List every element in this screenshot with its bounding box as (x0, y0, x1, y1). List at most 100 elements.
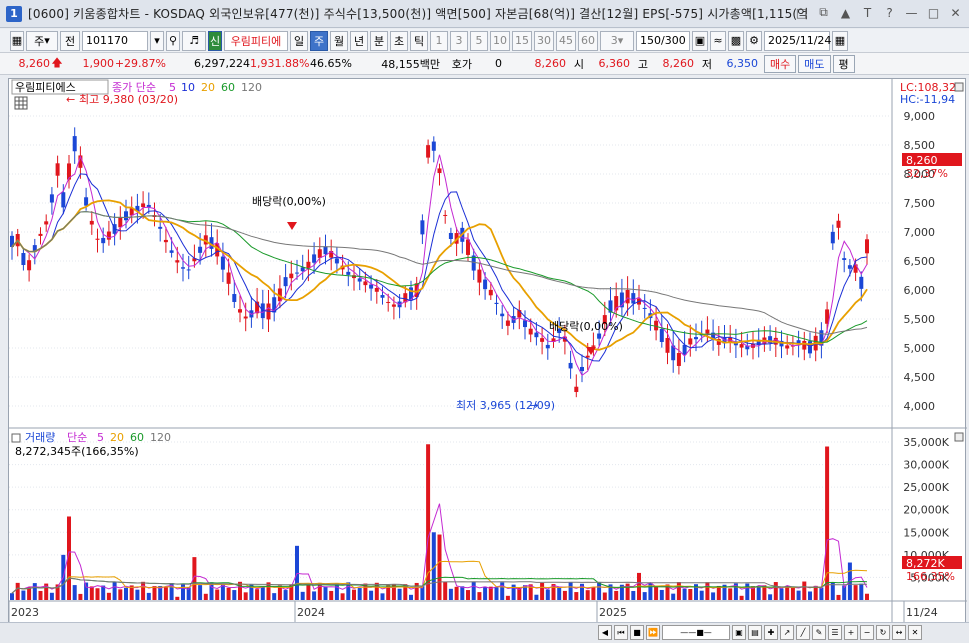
zoom-in-icon[interactable]: ▣ (732, 625, 746, 640)
volume-bar (95, 588, 100, 600)
settings2-icon[interactable]: ☰ (828, 625, 842, 640)
scroll-controls: ◀ ⏮ ■ ⏩ ——■— ▣ ▤ ✚ ↗ ╱ ✎ ☰ + − ↻ ↔ ✕ (598, 625, 922, 640)
volume-bar (614, 590, 619, 600)
copy-icon[interactable]: ⧉ (816, 5, 831, 20)
volume-bar (448, 588, 453, 600)
statusbar-close-icon[interactable]: ✕ (908, 625, 922, 640)
window-controls: □ ⧉ ▲ T ? — □ ✕ (794, 5, 963, 20)
candle-body (545, 344, 550, 349)
maximize-icon[interactable]: □ (926, 5, 941, 20)
minute-3[interactable]: 3 (450, 30, 468, 51)
price-change: 1,900 (82, 57, 115, 70)
period-minute[interactable]: 분 (370, 30, 388, 51)
sound-icon[interactable]: ♬ (182, 30, 206, 51)
sell-button[interactable]: 매도 (798, 54, 831, 73)
grid-icon[interactable]: ▦ (10, 30, 24, 51)
first-page-icon[interactable]: ⏮ (614, 625, 628, 640)
minute-30[interactable]: 30 (534, 30, 554, 51)
legend-ma120: 120 (241, 81, 262, 94)
open-label: 시 (573, 57, 584, 71)
zoom-plus-icon[interactable]: + (844, 625, 858, 640)
search-icon[interactable]: ⚲ (166, 30, 180, 51)
gear-icon[interactable]: ⚙ (746, 30, 762, 51)
stock-code-input[interactable]: 101170 (82, 30, 148, 51)
table-icon[interactable] (14, 96, 28, 110)
volume-tick-label: 20,000K (903, 504, 949, 517)
volume-pane-close-icon[interactable] (954, 432, 964, 442)
brush-icon[interactable]: ✎ (812, 625, 826, 640)
candle-body (232, 294, 237, 302)
code-dropdown-icon[interactable]: ▾ (150, 30, 164, 51)
last-price-pct: 32,37% (906, 167, 948, 180)
volume-pane-icon[interactable] (11, 433, 21, 443)
volume-bar (380, 593, 385, 600)
volume-bar (836, 594, 841, 600)
zoom-out-icon[interactable]: ▤ (748, 625, 762, 640)
volume-legend-ma20: 20 (110, 431, 124, 444)
period-second[interactable]: 초 (390, 30, 408, 51)
last-volume-pct: 166,35% (906, 570, 955, 583)
market-select[interactable]: 주 ▾ (26, 30, 58, 51)
minute-10[interactable]: 10 (490, 30, 510, 51)
scroll-slider[interactable]: ——■— (662, 625, 730, 640)
candle-body (705, 329, 710, 334)
volume-bar (141, 581, 146, 600)
candle-body (676, 353, 681, 366)
crosshair-icon[interactable]: ✚ (764, 625, 778, 640)
volume-bar (813, 585, 818, 600)
price-tick-label: 5,000 (904, 342, 936, 355)
scroll-left-icon[interactable]: ◀ (598, 625, 612, 640)
ma10-line (11, 173, 868, 362)
zoom-minus-icon[interactable]: − (860, 625, 874, 640)
volume-bar (568, 582, 573, 600)
buy-button[interactable]: 매수 (764, 54, 797, 73)
period-month[interactable]: 월 (330, 30, 348, 51)
period-week[interactable]: 주 (310, 30, 328, 51)
minute-5[interactable]: 5 (470, 30, 488, 51)
count-input[interactable]: 150/300 (636, 30, 690, 51)
candle-body (859, 276, 864, 289)
draw-icon[interactable]: ≈ (710, 30, 726, 51)
candle-body (300, 267, 305, 272)
stop-icon[interactable]: ■ (630, 625, 644, 640)
link-icon[interactable]: □ (794, 5, 809, 20)
fast-forward-icon[interactable]: ⏩ (646, 625, 660, 640)
scope-button[interactable]: 전 (60, 30, 80, 51)
period-year[interactable]: 년 (350, 30, 368, 51)
text-icon[interactable]: T (860, 5, 875, 20)
minute-15[interactable]: 15 (512, 30, 532, 51)
volume-bar (255, 589, 260, 600)
fit-icon[interactable]: ↔ (892, 625, 906, 640)
zoom-icon[interactable]: ▣ (692, 30, 708, 51)
eval-button[interactable]: 평 (832, 54, 855, 73)
candle-body (363, 281, 368, 286)
minute-60[interactable]: 60 (578, 30, 598, 51)
chart-canvas[interactable]: 9,0008,5008,0007,5007,0006,5006,0005,500… (8, 79, 967, 625)
minute-45[interactable]: 45 (556, 30, 576, 51)
volume-bar (671, 593, 676, 600)
period-tick[interactable]: 틱 (410, 30, 428, 51)
date-input[interactable]: 2025/11/24 (764, 30, 831, 51)
help-icon[interactable]: ? (882, 5, 897, 20)
hc-label: HC:-11,94 (900, 93, 955, 106)
dividend-label-1: 배당락(0,00%) (252, 195, 326, 208)
interval-select[interactable]: 3 ▾ (600, 30, 634, 51)
chart-panel[interactable]: 9,000 8,500 8,000 7,500 7,000 6,500 6,000 5,500… (8, 78, 967, 625)
candle-body (580, 366, 584, 372)
period-day[interactable]: 일 (290, 30, 308, 51)
line-icon[interactable]: ╱ (796, 625, 810, 640)
reset-zoom-icon[interactable]: ↻ (876, 625, 890, 640)
paint-icon[interactable]: ▲ (838, 5, 853, 20)
hoga-price: 8,260 (534, 57, 567, 70)
save-icon[interactable]: ▩ (728, 30, 744, 51)
price-tick-label: 9,000 (904, 110, 936, 123)
trend-icon[interactable]: ↗ (780, 625, 794, 640)
minimize-icon[interactable]: — (904, 5, 919, 20)
calendar-icon[interactable]: ▦ (832, 30, 848, 51)
close-icon[interactable]: ✕ (948, 5, 963, 20)
volume-grid (9, 441, 889, 578)
volume-bar (72, 585, 77, 600)
ma60-line (11, 211, 868, 343)
price-pane-close-icon[interactable] (954, 82, 964, 92)
minute-1[interactable]: 1 (430, 30, 448, 51)
